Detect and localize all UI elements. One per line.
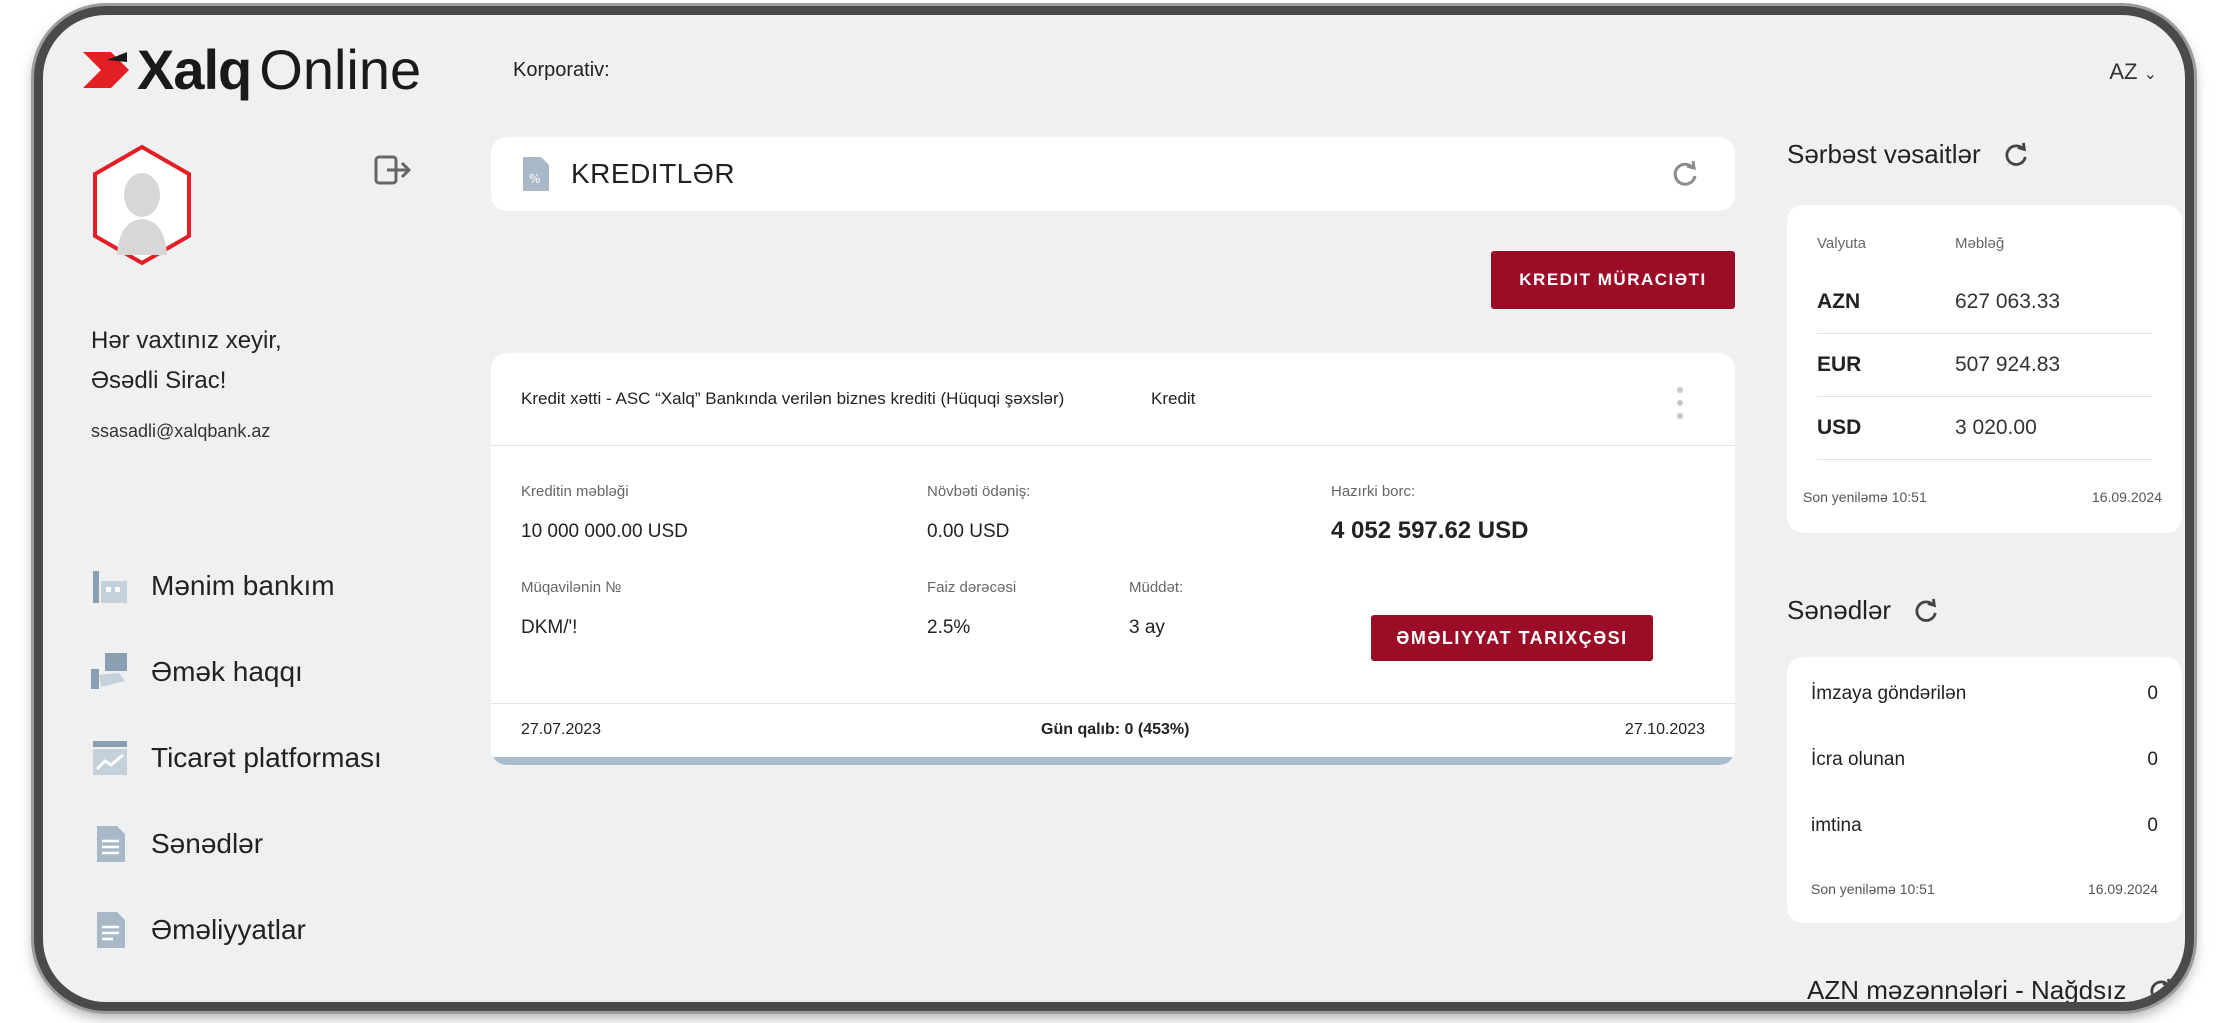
term-label: Müddət: [1129, 579, 1184, 596]
loan-type: Kredit [1151, 389, 1196, 408]
currency-code: AZN [1817, 290, 1861, 313]
funds-card: Valyuta Məbləğ AZN 627 063.33 EUR 507 92… [1787, 205, 2182, 533]
bank-building-icon [93, 571, 127, 603]
currency-code: EUR [1817, 353, 1862, 376]
documents-date: 16.09.2024 [2087, 881, 2158, 897]
sidebar-item-label: Əmək haqqı [151, 656, 303, 687]
amount-column-header: Məbləğ [1955, 235, 2005, 252]
documents-title-row: Sənədlər [1787, 595, 1939, 626]
sidebar-item-label: Kartlar [151, 1000, 233, 1002]
loan-start-date: 27.07.2023 [521, 721, 602, 738]
loan-progress-track [491, 757, 1735, 765]
funds-row[interactable]: AZN 627 063.33 [1817, 271, 2152, 334]
sidebar-item-cards[interactable]: Kartlar [89, 973, 382, 1002]
documents-row-label: İcra olunan [1811, 749, 1906, 770]
sidebar-nav: Mənim bankım Əmək haqqı Ticarət platform… [89, 543, 382, 1002]
documents-row-count: 0 [2147, 815, 2158, 836]
documents-row[interactable]: İcra olunan 0 [1811, 749, 2158, 771]
brand-name-bold: Xalq [137, 38, 252, 101]
greeting-line-1: Hər vaxtınız xeyir, [91, 327, 282, 354]
credits-header: % KREDITLƏR [491, 137, 1735, 211]
sidebar-item-label: Ticarət platforması [151, 742, 382, 773]
days-left: Gün qalıb: 0 (453%) [1041, 721, 1190, 738]
salary-icon [91, 653, 127, 689]
page-title: KREDITLƏR [571, 158, 736, 189]
currency-code: USD [1817, 416, 1862, 439]
sidebar-item-label: Sənədlər [151, 828, 264, 859]
sidebar-item-salary[interactable]: Əmək haqqı [89, 629, 382, 715]
operations-document-icon [97, 912, 125, 948]
sidebar-item-trading-platform[interactable]: Ticarət platforması [89, 715, 382, 801]
currency-amount: 3 020.00 [1955, 416, 2037, 439]
more-options-icon[interactable] [1675, 385, 1685, 421]
divider [491, 703, 1735, 704]
corporate-label: Korporativ: [513, 59, 610, 81]
currency-amount: 627 063.33 [1955, 290, 2061, 313]
documents-row[interactable]: imtina 0 [1811, 815, 2158, 837]
sidebar-item-my-bank[interactable]: Mənim bankım [89, 543, 382, 629]
funds-title-row: Sərbəst vəsaitlər [1787, 139, 2029, 170]
divider [491, 445, 1735, 446]
app-window: Xalq Online Korporativ: AZ ⌄ Hər vaxtını… [34, 6, 2194, 1011]
loan-amount: 10 000 000.00 USD [521, 521, 688, 542]
funds-row[interactable]: EUR 507 924.83 [1817, 334, 2152, 397]
contract-number: DKM/'! [521, 617, 578, 638]
credit-apply-button[interactable]: KREDIT MÜRACIƏTI [1491, 251, 1735, 309]
documents-updated: Son yeniləmə 10:51 [1811, 881, 1935, 897]
trading-platform-icon [93, 741, 127, 775]
loan-amount-label: Kreditin məbləği [521, 483, 629, 500]
funds-date: 16.09.2024 [2091, 489, 2162, 505]
next-payment: 0.00 USD [927, 521, 1010, 542]
sidebar-item-label: Mənim bankım [151, 570, 335, 601]
refresh-icon[interactable] [1913, 598, 1939, 624]
rate-value: 2.5% [927, 617, 971, 638]
credit-document-icon: % [523, 157, 549, 191]
chevron-down-icon: ⌄ [2143, 66, 2157, 83]
loan-end-date: 27.10.2023 [1624, 721, 1705, 738]
greeting-line-2: Əsədli Sirac! [91, 367, 227, 394]
documents-row[interactable]: İmzaya göndərilən 0 [1811, 683, 2158, 705]
loan-card: Kredit xətti - ASC “Xalq” Bankında veril… [491, 353, 1735, 765]
documents-row-label: imtina [1811, 815, 1862, 836]
sidebar-item-operations[interactable]: Əməliyyatlar [89, 887, 382, 973]
currency-amount: 507 924.83 [1955, 353, 2061, 376]
language-value: AZ [2109, 59, 2138, 84]
documents-row-count: 0 [2147, 683, 2158, 704]
language-selector[interactable]: AZ ⌄ [2109, 59, 2157, 85]
user-email: ssasadli@xalqbank.az [91, 421, 271, 441]
funds-title: Sərbəst vəsaitlər [1787, 139, 1981, 169]
funds-row[interactable]: USD 3 020.00 [1817, 397, 2152, 460]
rates-title: AZN məzənnələri - Nağdsız [1807, 975, 2127, 1005]
funds-updated: Son yeniləmə 10:51 [1803, 489, 1927, 505]
loan-progress-fill [491, 757, 1735, 765]
refresh-icon[interactable] [1671, 160, 1699, 188]
term-value: 3 ay [1129, 617, 1165, 638]
sidebar-item-label: Əməliyyatlar [151, 914, 306, 945]
current-debt: 4 052 597.62 USD [1331, 517, 1529, 544]
sidebar-item-documents[interactable]: Sənədlər [89, 801, 382, 887]
avatar[interactable] [89, 143, 195, 267]
xalq-logo-icon [83, 51, 129, 88]
next-payment-label: Növbəti ödəniş: [927, 483, 1031, 500]
brand-logo[interactable]: Xalq Online [81, 37, 421, 102]
greeting: Hər vaxtınız xeyir, Əsədli Sirac! [91, 321, 282, 401]
current-debt-label: Hazırki borc: [1331, 483, 1416, 500]
currency-column-header: Valyuta [1817, 235, 1866, 252]
refresh-icon[interactable] [2148, 978, 2174, 1004]
documents-row-label: İmzaya göndərilən [1811, 683, 1967, 704]
card-icon [89, 1001, 131, 1002]
loan-name: Kredit xətti - ASC “Xalq” Bankında veril… [521, 389, 1065, 408]
contract-label: Müqavilənin № [521, 579, 622, 596]
svg-text:%: % [529, 172, 540, 186]
documents-card: İmzaya göndərilən 0 İcra olunan 0 imtina… [1787, 657, 2182, 923]
refresh-icon[interactable] [2003, 142, 2029, 168]
documents-row-count: 0 [2147, 749, 2158, 770]
rate-label: Faiz dərəcəsi [927, 579, 1017, 596]
brand-name-light: Online [259, 38, 422, 101]
documents-title: Sənədlər [1787, 595, 1892, 625]
rates-title-row: AZN məzənnələri - Nağdsız [1807, 975, 2174, 1005]
document-icon [97, 826, 125, 862]
operation-history-button[interactable]: ƏMƏLIYYAT TARIXÇƏSI [1371, 615, 1653, 661]
logout-icon[interactable] [373, 153, 413, 187]
